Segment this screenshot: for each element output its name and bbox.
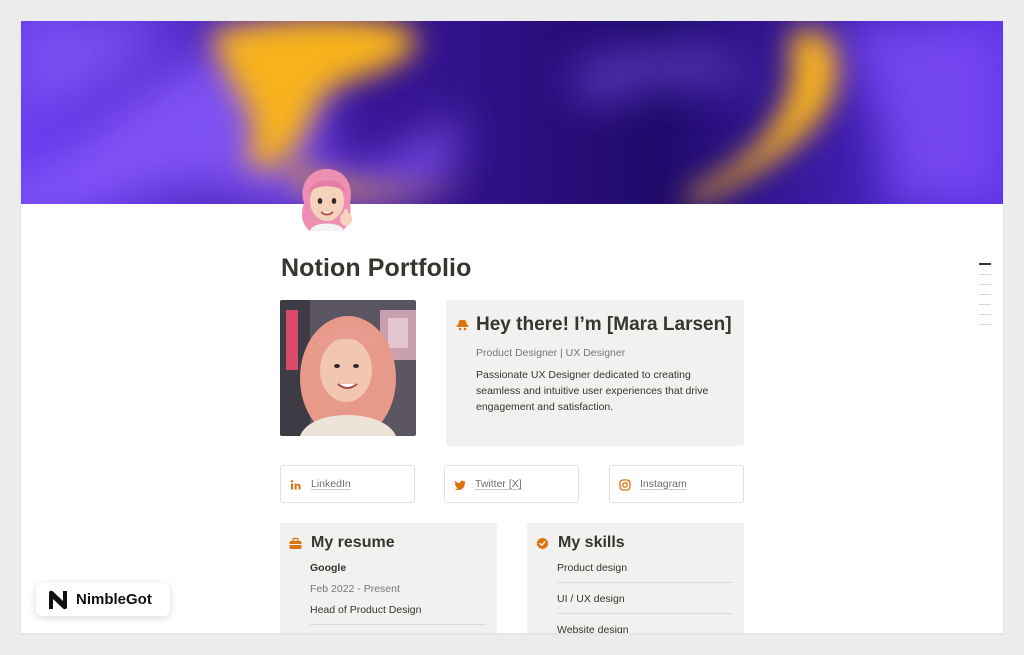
linkedin-icon — [290, 478, 302, 490]
profile-photo[interactable] — [280, 300, 416, 436]
instagram-icon — [619, 478, 631, 491]
resume-role: Head of Product Design — [310, 604, 422, 616]
nimblegot-logo-icon — [47, 589, 69, 611]
hat-icon — [456, 318, 469, 331]
page-cover[interactable] — [21, 21, 1003, 204]
resume-callout[interactable]: My resume Google Feb 2022 - Present Head… — [280, 523, 497, 633]
skill-item: Product design — [557, 562, 628, 574]
page-icon-memoji[interactable] — [292, 165, 362, 237]
page-title[interactable]: Notion Portfolio — [281, 254, 471, 283]
skills-title: My skills — [558, 534, 625, 551]
table-of-contents-minimap[interactable] — [979, 263, 991, 334]
instagram-link-card[interactable]: Instagram — [609, 465, 744, 503]
instagram-link[interactable]: Instagram — [640, 478, 687, 490]
nimblegot-watermark: NimbleGot — [36, 583, 170, 616]
twitter-link[interactable]: Twitter [X] — [475, 478, 522, 490]
resume-header: My resume — [289, 534, 395, 552]
cover-gradient-art — [21, 21, 1003, 204]
intro-role: Product Designer | UX Designer — [476, 347, 626, 359]
verified-check-icon — [536, 537, 549, 550]
resume-title: My resume — [311, 534, 395, 551]
divider — [557, 613, 732, 614]
divider — [310, 624, 486, 625]
intro-heading: Hey there! I’m [Mara Larsen] — [476, 314, 732, 335]
skill-item: Website design — [557, 624, 629, 633]
linkedin-link[interactable]: LinkedIn — [311, 478, 351, 490]
skills-callout[interactable]: My skills Product design UI / UX design … — [527, 523, 744, 633]
skill-item: UI / UX design — [557, 593, 625, 605]
intro-callout[interactable]: Hey there! I’m [Mara Larsen] Product Des… — [446, 300, 744, 446]
intro-description: Passionate UX Designer dedicated to crea… — [476, 369, 709, 413]
twitter-icon — [454, 478, 466, 491]
skills-header: My skills — [536, 534, 625, 552]
linkedin-link-card[interactable]: LinkedIn — [280, 465, 415, 503]
watermark-brand: NimbleGot — [76, 591, 152, 608]
twitter-link-card[interactable]: Twitter [X] — [444, 465, 579, 503]
divider — [557, 582, 732, 583]
resume-dates: Feb 2022 - Present — [310, 583, 400, 595]
briefcase-icon — [289, 537, 302, 550]
resume-company: Google — [310, 562, 347, 574]
notion-page: Notion Portfolio Hey there! I’m [Mara La… — [21, 21, 1003, 633]
